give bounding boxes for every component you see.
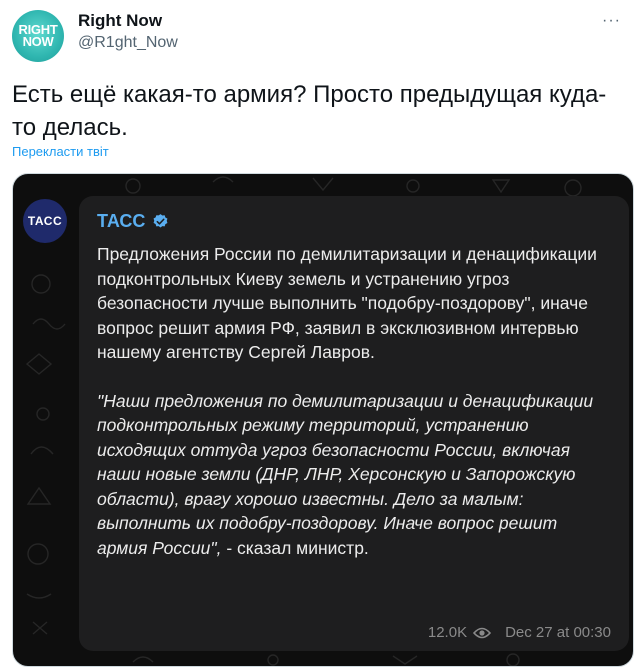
channel-row: ТАСС xyxy=(97,210,611,232)
tweet-header: RIGHT NOW Right Now @R1ght_Now ··· xyxy=(12,10,625,62)
attached-screenshot[interactable]: ТАСС ТАСС Предложения России по демилита… xyxy=(12,173,634,667)
eye-icon xyxy=(473,627,492,639)
verified-check-icon xyxy=(152,213,169,230)
user-handle[interactable]: @R1ght_Now xyxy=(78,34,178,52)
post-quote: "Наши предложения по демилитаризации и д… xyxy=(97,389,611,561)
avatar-text-line2: NOW xyxy=(22,34,54,49)
channel-name: ТАСС xyxy=(97,210,146,231)
channel-avatar: ТАСС xyxy=(23,199,67,243)
post-timestamp: Dec 27 at 00:30 xyxy=(505,624,611,641)
post-meta: 12.0K Dec 27 at 00:30 xyxy=(428,624,611,641)
more-options-button[interactable]: ··· xyxy=(602,12,621,30)
view-count: 12.0K xyxy=(427,624,468,641)
tweet-text: Есть ещё какая-то армия? Просто предыдущ… xyxy=(12,81,607,141)
translate-tweet-link[interactable]: Перекласти твіт xyxy=(12,144,109,159)
post-body: Предложения России по демилитаризации и … xyxy=(97,244,597,362)
avatar[interactable]: RIGHT NOW xyxy=(12,10,64,62)
post-quote-tail: - сказал министр. xyxy=(221,537,369,558)
post-quote-text: "Наши предложения по демилитаризации и д… xyxy=(97,390,594,558)
telegram-message-bubble: ТАСС Предложения России по демилитаризац… xyxy=(79,196,629,651)
display-name[interactable]: Right Now xyxy=(78,11,162,31)
